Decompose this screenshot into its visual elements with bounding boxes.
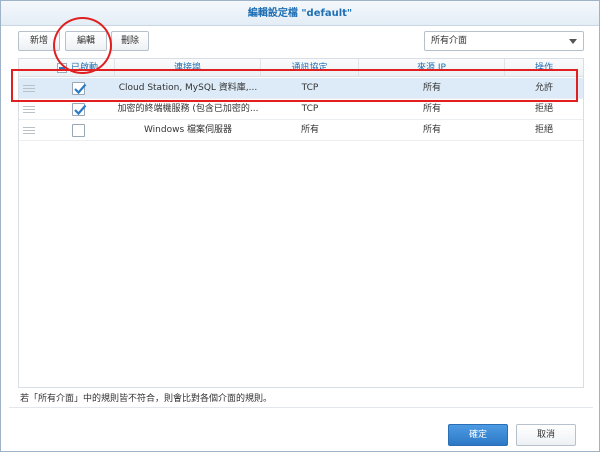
row-enabled-checkbox[interactable] <box>72 103 87 116</box>
dialog-title: 編輯設定檔 "default" <box>247 8 353 19</box>
edit-button-circle-annotation <box>53 17 112 74</box>
checkmark-icon <box>74 104 87 116</box>
chevron-down-icon <box>569 39 577 44</box>
table-row[interactable]: Windows 檔案伺服器 所有 所有 拒絕 <box>19 120 583 141</box>
interface-select-value: 所有介面 <box>431 36 468 46</box>
row-port: 加密的終端機服務 (包含已加密的... <box>117 104 259 114</box>
interface-select[interactable]: 所有介面 <box>424 31 584 51</box>
ok-button[interactable]: 確定 <box>448 424 508 446</box>
drag-handle-icon[interactable] <box>23 106 35 113</box>
row-source-ip: 所有 <box>422 104 441 114</box>
selected-row-highlight-annotation <box>11 69 578 102</box>
row-protocol: 所有 <box>300 125 319 135</box>
row-action: 拒絕 <box>534 104 553 114</box>
row-port: Windows 檔案伺服器 <box>143 125 233 135</box>
row-enabled-checkbox[interactable] <box>72 124 85 137</box>
rules-table: 已啟動 連接埠 通訊協定 來源 IP 操作 Cloud Station, MyS… <box>18 58 584 388</box>
edit-profile-dialog: 編輯設定檔 "default" 新增 編輯 刪除 所有介面 已啟動 連接埠 通訊… <box>0 0 600 452</box>
drag-handle-icon[interactable] <box>23 127 35 134</box>
cancel-button[interactable]: 取消 <box>516 424 576 446</box>
interface-rule-note: 若「所有介面」中的規則皆不符合，則會比對各個介面的規則。 <box>20 394 273 404</box>
delete-button[interactable]: 刪除 <box>111 31 149 51</box>
row-protocol: TCP <box>301 104 319 114</box>
row-source-ip: 所有 <box>422 125 441 135</box>
table-row[interactable]: 加密的終端機服務 (包含已加密的... TCP 所有 拒絕 <box>19 99 583 120</box>
footer-divider <box>9 407 593 408</box>
row-action: 拒絕 <box>534 125 553 135</box>
